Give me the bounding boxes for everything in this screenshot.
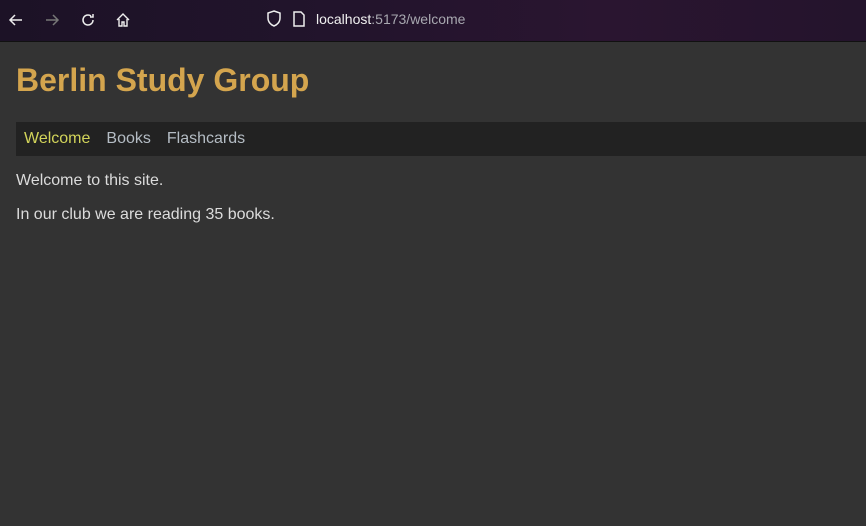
welcome-text: Welcome to this site.	[16, 172, 164, 189]
reload-icon	[82, 14, 94, 26]
nav-flashcards[interactable]: Flashcards	[167, 130, 245, 148]
url-text[interactable]: localhost:5173/welcome	[316, 11, 465, 27]
nav-books[interactable]: Books	[106, 130, 150, 148]
arrow-right-icon	[46, 14, 60, 26]
reload-button[interactable]	[78, 10, 98, 30]
home-button[interactable]	[113, 10, 133, 30]
books-count-text: In our club we are reading 35 books.	[16, 206, 275, 223]
nav-welcome[interactable]: Welcome	[24, 130, 90, 148]
main-nav: Welcome Books Flashcards	[16, 122, 866, 156]
url-bar[interactable]: localhost:5173/welcome	[266, 10, 465, 28]
shield-icon	[267, 10, 281, 27]
browser-toolbar: localhost:5173/welcome	[0, 0, 866, 42]
back-button[interactable]	[6, 10, 26, 30]
site-title: Berlin Study Group	[16, 62, 310, 98]
page-icon	[293, 11, 305, 27]
forward-button[interactable]	[42, 10, 62, 30]
home-icon	[116, 13, 130, 27]
arrow-left-icon	[8, 14, 22, 26]
url-path: :5173/welcome	[371, 11, 466, 27]
url-host: localhost	[316, 11, 372, 27]
